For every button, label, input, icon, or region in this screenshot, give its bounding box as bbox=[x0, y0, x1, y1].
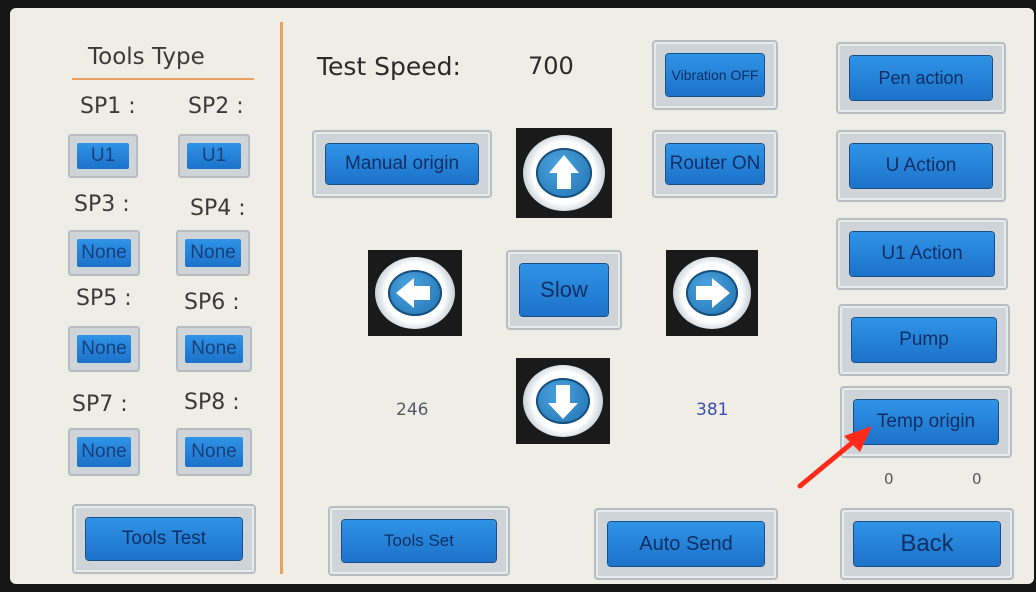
u1-action-button[interactable]: U1 Action bbox=[836, 218, 1008, 290]
jog-left-button[interactable] bbox=[368, 250, 462, 336]
jog-down-button[interactable] bbox=[516, 358, 610, 444]
pen-action-button[interactable]: Pen action bbox=[836, 42, 1006, 114]
red-pointer-arrow-icon bbox=[797, 426, 872, 489]
arrow-left-icon bbox=[396, 278, 430, 308]
sp4-value-button[interactable]: None bbox=[176, 230, 250, 276]
temp-origin-value-a: 0 bbox=[884, 470, 894, 488]
sp3-value-button[interactable]: None bbox=[68, 230, 140, 276]
title-underline bbox=[72, 78, 254, 80]
u-action-button[interactable]: U Action bbox=[836, 130, 1006, 202]
test-speed-label: Test Speed: bbox=[317, 52, 461, 81]
test-speed-value: 700 bbox=[528, 52, 574, 80]
sp1-value-button[interactable]: U1 bbox=[68, 134, 138, 178]
tools-test-button[interactable]: Tools Test bbox=[72, 504, 256, 574]
manual-origin-button[interactable]: Manual origin bbox=[312, 130, 492, 198]
arrow-down-icon bbox=[548, 385, 578, 419]
sp6-label: SP6 : bbox=[184, 290, 240, 315]
coordinate-left-value: 246 bbox=[396, 400, 429, 420]
sp2-value-button[interactable]: U1 bbox=[178, 134, 250, 178]
sp7-value-button[interactable]: None bbox=[68, 428, 140, 476]
jog-right-button[interactable] bbox=[666, 250, 758, 336]
sp4-label: SP4 : bbox=[190, 196, 246, 221]
sp3-label: SP3 : bbox=[74, 192, 130, 217]
coordinate-right-value: 381 bbox=[696, 400, 729, 420]
sp8-value-button[interactable]: None bbox=[176, 428, 252, 476]
auto-send-button[interactable]: Auto Send bbox=[594, 508, 778, 580]
sp5-label: SP5 : bbox=[76, 286, 132, 311]
sp6-value-button[interactable]: None bbox=[176, 326, 252, 372]
jog-up-button[interactable] bbox=[516, 128, 612, 218]
sp5-value-button[interactable]: None bbox=[68, 326, 140, 372]
tools-type-title: Tools Type bbox=[88, 44, 205, 70]
tools-set-button[interactable]: Tools Set bbox=[328, 506, 510, 576]
back-button[interactable]: Back bbox=[840, 508, 1014, 580]
sp8-label: SP8 : bbox=[184, 390, 240, 415]
panel-divider bbox=[280, 22, 283, 574]
slow-speed-button[interactable]: Slow bbox=[506, 250, 622, 330]
vibration-toggle-button[interactable]: Vibration OFF bbox=[652, 40, 778, 110]
sp1-label: SP1 : bbox=[80, 94, 136, 119]
touch-screen: Tools Type SP1 : SP2 : U1 U1 SP3 : SP4 :… bbox=[10, 8, 1034, 584]
arrow-right-icon bbox=[696, 278, 730, 308]
sp2-label: SP2 : bbox=[188, 94, 244, 119]
arrow-up-icon bbox=[549, 155, 579, 189]
temp-origin-value-b: 0 bbox=[972, 470, 982, 488]
sp7-label: SP7 : bbox=[72, 392, 128, 417]
router-toggle-button[interactable]: Router ON bbox=[652, 130, 778, 198]
pump-button[interactable]: Pump bbox=[838, 304, 1010, 376]
